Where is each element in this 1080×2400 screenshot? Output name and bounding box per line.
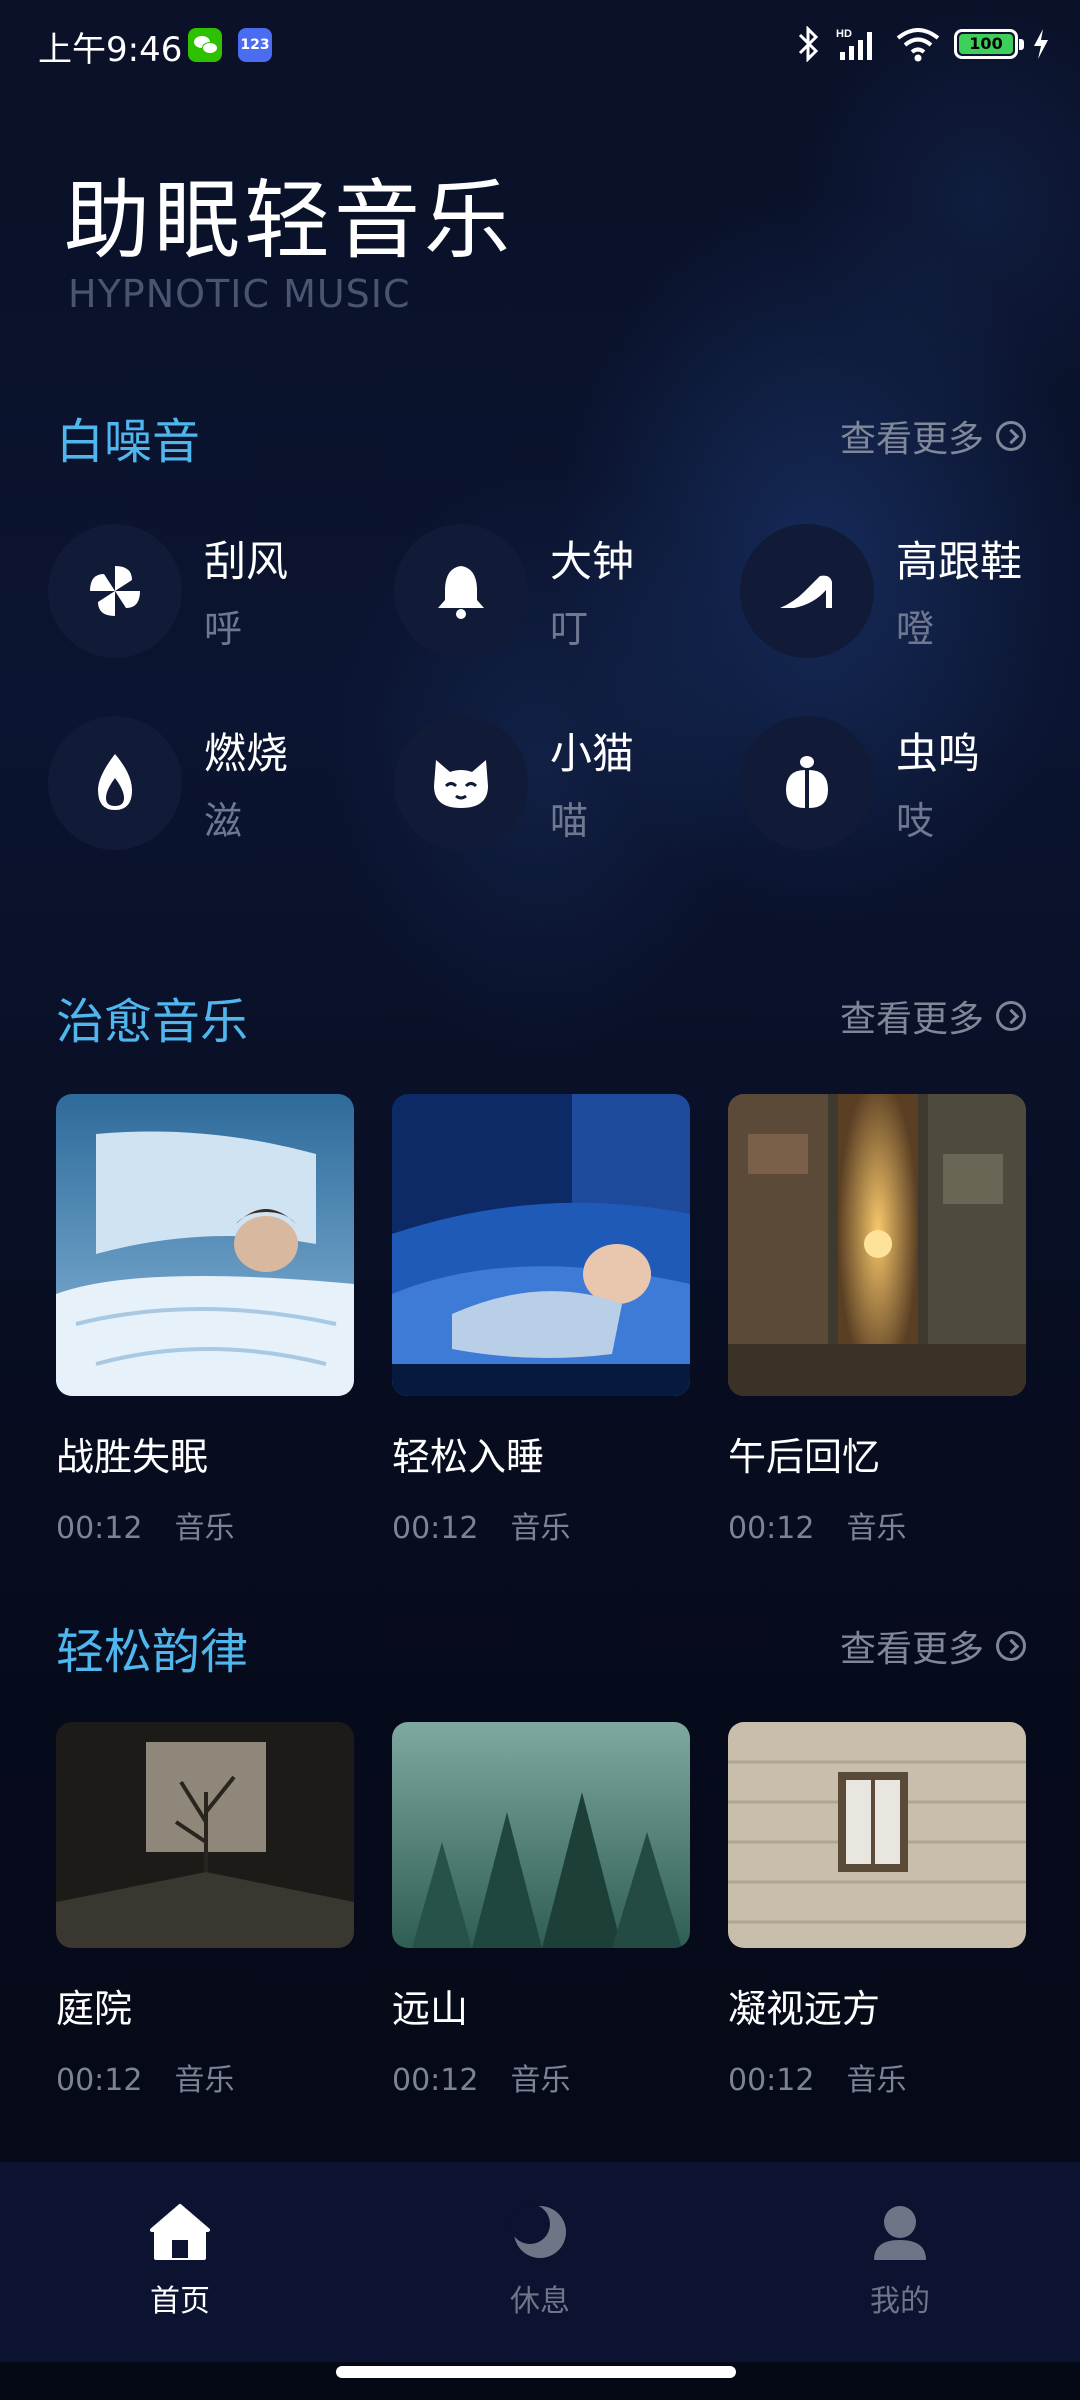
music-thumbnail-baby (392, 1094, 690, 1396)
noise-name: 高跟鞋 (896, 537, 1023, 586)
music-thumbnail-mountains (392, 1722, 690, 1948)
music-card[interactable]: 庭院 00:12 音乐 (56, 1722, 354, 2099)
noise-sound: 噔 (896, 607, 935, 651)
charging-icon (1034, 29, 1048, 59)
noise-sound: 叮 (550, 607, 589, 651)
nav-item-profile[interactable]: 我的 (800, 2202, 1000, 2320)
music-title: 庭院 (56, 1987, 133, 2031)
music-meta: 00:12 音乐 (392, 2055, 690, 2099)
chevron-right-circle-icon (996, 1631, 1026, 1661)
music-meta: 00:12 音乐 (56, 1503, 354, 1547)
music-type: 音乐 (510, 2063, 571, 2098)
white-noise-section-title: 白噪音 (56, 414, 201, 470)
chevron-right-circle-icon (996, 1001, 1026, 1031)
noise-name: 刮风 (204, 537, 289, 586)
noise-name: 虫鸣 (896, 729, 981, 778)
home-indicator[interactable] (336, 2366, 736, 2378)
music-title: 远山 (392, 1987, 469, 2031)
noise-name: 燃烧 (204, 729, 289, 778)
healing-music-see-more-button[interactable]: 查看更多 (840, 990, 1026, 1042)
music-duration: 00:12 (728, 1511, 815, 1546)
white-noise-see-more-button[interactable]: 查看更多 (840, 410, 1026, 462)
pinwheel-icon (48, 524, 182, 658)
music-duration: 00:12 (392, 1511, 479, 1546)
music-title: 午后回忆 (728, 1435, 881, 1479)
beetle-icon (740, 716, 874, 850)
noise-sound: 喵 (550, 799, 589, 843)
notification-badge: 123 (238, 28, 272, 62)
music-title: 战胜失眠 (56, 1435, 209, 1479)
chevron-right-circle-icon (996, 421, 1026, 451)
music-title: 凝视远方 (728, 1987, 881, 2031)
moon-icon (508, 2202, 572, 2262)
see-more-label: 查看更多 (839, 419, 984, 460)
nav-label: 休息 (510, 2284, 570, 2319)
noise-sound: 呼 (204, 607, 243, 651)
relaxing-rhythm-section-title: 轻松韵律 (56, 1624, 249, 1680)
music-meta: 00:12 音乐 (728, 1503, 1026, 1547)
see-more-label: 查看更多 (839, 999, 984, 1040)
nav-item-rest[interactable]: 休息 (440, 2202, 640, 2320)
see-more-label: 查看更多 (839, 1629, 984, 1670)
battery-level: 100 (959, 34, 1013, 54)
music-meta: 00:12 音乐 (728, 2055, 1026, 2099)
music-thumbnail-courtyard (56, 1722, 354, 1948)
wechat-notification-icon (188, 28, 222, 62)
music-type: 音乐 (510, 1511, 571, 1546)
music-thumbnail-alley (728, 1094, 1026, 1396)
bell-icon (394, 524, 528, 658)
bluetooth-icon (798, 26, 819, 62)
healing-music-section-title: 治愈音乐 (56, 994, 249, 1050)
nav-label: 我的 (870, 2284, 930, 2319)
noise-sound: 吱 (896, 799, 935, 843)
nav-item-home[interactable]: 首页 (80, 2202, 280, 2320)
music-duration: 00:12 (392, 2063, 479, 2098)
battery-icon: 100 (954, 29, 1024, 59)
noise-sound: 滋 (204, 799, 243, 843)
wifi-icon (896, 28, 940, 62)
profile-icon (868, 2202, 932, 2262)
music-duration: 00:12 (56, 2063, 143, 2098)
music-type: 音乐 (846, 2063, 907, 2098)
bottom-navigation: 首页 休息 我的 (0, 2162, 1080, 2362)
music-meta: 00:12 音乐 (56, 2055, 354, 2099)
music-type: 音乐 (174, 1511, 235, 1546)
noise-item-heels[interactable]: 高跟鞋 噔 (740, 524, 1080, 674)
high-heel-icon (740, 524, 874, 658)
music-title: 轻松入睡 (392, 1435, 545, 1479)
signal-icon: HD (836, 28, 872, 60)
noise-item-cat[interactable]: 小猫 喵 (394, 716, 734, 866)
music-card[interactable]: 凝视远方 00:12 音乐 (728, 1722, 1026, 2099)
flame-icon (48, 716, 182, 850)
app-title: 助眠轻音乐 (64, 171, 514, 271)
noise-item-insects[interactable]: 虫鸣 吱 (740, 716, 1080, 866)
home-icon (148, 2202, 212, 2262)
svg-text:HD: HD (836, 28, 852, 40)
music-card[interactable]: 战胜失眠 00:12 音乐 (56, 1094, 354, 1547)
noise-name: 大钟 (550, 537, 635, 586)
music-card[interactable]: 远山 00:12 音乐 (392, 1722, 690, 2099)
noise-item-bell[interactable]: 大钟 叮 (394, 524, 734, 674)
music-thumbnail-window (728, 1722, 1026, 1948)
noise-item-burning[interactable]: 燃烧 滋 (48, 716, 388, 866)
status-time: 上午9:46 (38, 30, 183, 70)
music-thumbnail-bedroom (56, 1094, 354, 1396)
music-duration: 00:12 (56, 1511, 143, 1546)
music-type: 音乐 (174, 2063, 235, 2098)
music-meta: 00:12 音乐 (392, 1503, 690, 1547)
status-bar: 上午9:46 123 HD 100 (0, 0, 1080, 90)
app-subtitle: HYPNOTIC MUSIC (68, 272, 411, 316)
noise-name: 小猫 (550, 729, 635, 778)
music-type: 音乐 (846, 1511, 907, 1546)
cat-icon (394, 716, 528, 850)
music-card[interactable]: 午后回忆 00:12 音乐 (728, 1094, 1026, 1547)
music-duration: 00:12 (728, 2063, 815, 2098)
music-card[interactable]: 轻松入睡 00:12 音乐 (392, 1094, 690, 1547)
relaxing-rhythm-see-more-button[interactable]: 查看更多 (840, 1620, 1026, 1672)
nav-label: 首页 (150, 2284, 210, 2319)
noise-item-wind[interactable]: 刮风 呼 (48, 524, 388, 674)
